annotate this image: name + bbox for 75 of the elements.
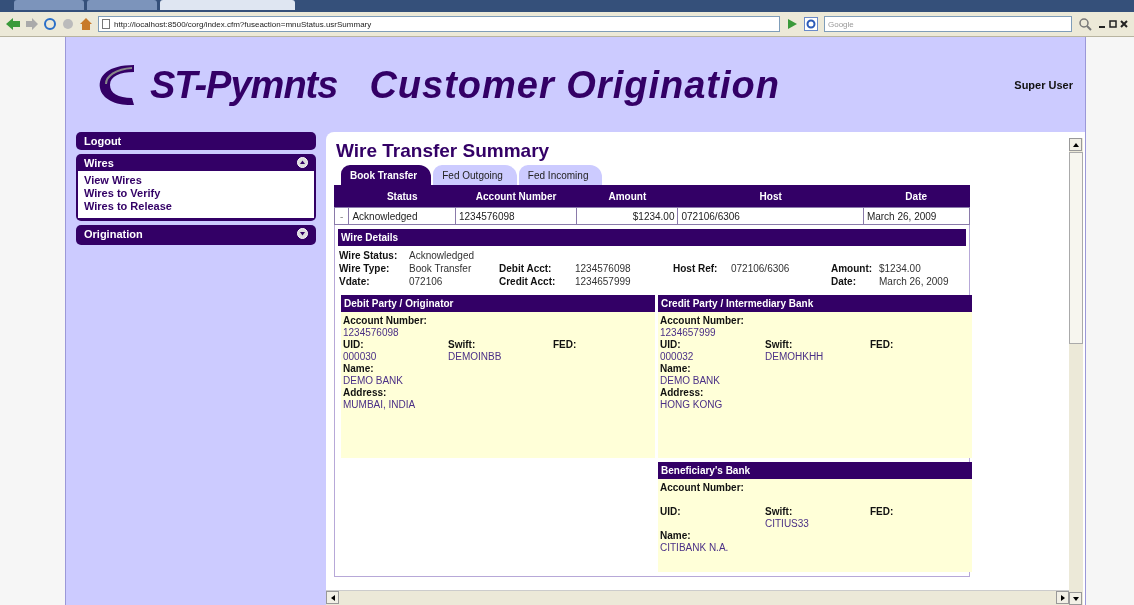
field-value: $1234.00: [879, 263, 922, 274]
field-value: 072106/6306: [731, 263, 791, 274]
menu-link[interactable]: View Wires: [84, 174, 308, 187]
field-value: CITIBANK N.A.: [660, 542, 730, 554]
field-label: Wire Type:: [339, 263, 391, 274]
field-label: Credit Acct:: [499, 276, 557, 287]
menu-link[interactable]: Wires to Release: [84, 200, 308, 213]
address-field[interactable]: http://localhost:8500/corg/index.cfm?fuseaction=mnuStatus.usrSummary: [98, 16, 780, 32]
field-value: DEMO BANK: [343, 375, 404, 387]
field-label: FED:: [870, 339, 895, 351]
field-label: Account Number:: [660, 315, 745, 327]
field-label: Name:: [660, 530, 692, 542]
field-value: DEMOHKHH: [765, 351, 825, 363]
table-cell: March 26, 2009: [863, 207, 970, 225]
logout-link[interactable]: Logout: [76, 132, 316, 150]
logo-text: ST-Pymnts: [150, 63, 338, 107]
field-value: Book Transfer: [409, 263, 473, 274]
field-label: Debit Acct:: [499, 263, 553, 274]
section-title[interactable]: Wires: [84, 156, 114, 169]
column-header: Date: [863, 185, 970, 208]
section-header: Credit Party / Intermediary Bank: [658, 295, 972, 312]
field-label: Name:: [343, 363, 375, 375]
field-label: Date:: [831, 276, 857, 287]
field-value: CITIUS33: [765, 518, 810, 530]
field-label: Host Ref:: [673, 263, 719, 274]
field-value: 1234576098: [343, 327, 400, 339]
field-label: Address:: [343, 387, 388, 399]
field-label: UID:: [660, 506, 682, 518]
table-cell: $1234.00: [576, 207, 678, 225]
section-header: Beneficiary's Bank: [658, 462, 972, 479]
field-value: March 26, 2009: [879, 276, 950, 287]
field-label: Vdate:: [339, 276, 371, 287]
url-text: http://localhost:8500/corg/index.cfm?fuseaction=mnuStatus.usrSummary: [114, 19, 372, 29]
field-value: 000032: [660, 351, 695, 363]
section-header: Debit Party / Originator: [341, 295, 655, 312]
field-value: 1234576098: [575, 263, 632, 274]
field-label: UID:: [660, 339, 682, 351]
column-header: Account Number: [455, 185, 577, 208]
column-header: Host: [678, 185, 864, 208]
tab[interactable]: Fed Incoming: [518, 165, 603, 185]
user-name: Super User: [1014, 79, 1073, 91]
section-header: Wire Details: [338, 229, 966, 246]
tab[interactable]: Book Transfer: [341, 165, 432, 185]
field-label: Swift:: [765, 339, 794, 351]
table-cell: 1234576098: [455, 207, 577, 225]
column-header: Amount: [576, 185, 678, 208]
tab[interactable]: Fed Outgoing: [433, 165, 517, 185]
app-title: Customer Origination: [368, 63, 781, 107]
field-label: Swift:: [448, 339, 477, 351]
field-value: 1234657999: [575, 276, 632, 287]
field-label: Swift:: [765, 506, 794, 518]
field-label: Address:: [660, 387, 705, 399]
section-title[interactable]: Origination: [84, 227, 143, 240]
field-label: FED:: [553, 339, 578, 351]
menu-link[interactable]: Wires to Verify: [84, 187, 308, 200]
field-value: 000030: [343, 351, 378, 363]
page-title: Wire Transfer Summary: [335, 140, 551, 162]
field-value: 1234657999: [660, 327, 717, 339]
field-label: Wire Status:: [339, 250, 399, 261]
field-value: MUMBAI, INDIA: [343, 399, 417, 411]
field-label: Amount:: [831, 263, 874, 274]
field-label: Account Number:: [343, 315, 428, 327]
field-value: DEMO BANK: [660, 375, 721, 387]
field-value: DEMOINBB: [448, 351, 503, 363]
field-value: Acknowledged: [409, 250, 476, 261]
field-label: FED:: [870, 506, 895, 518]
column-header: Status: [348, 185, 456, 208]
field-value: HONG KONG: [660, 399, 724, 411]
field-label: UID:: [343, 339, 365, 351]
field-value: 072106: [409, 276, 444, 287]
field-label: Account Number:: [660, 482, 745, 494]
expand-toggle[interactable]: -: [334, 207, 349, 225]
table-cell: 072106/6306: [678, 207, 864, 225]
table-cell: Acknowledged: [348, 207, 456, 225]
field-label: Name:: [660, 363, 692, 375]
